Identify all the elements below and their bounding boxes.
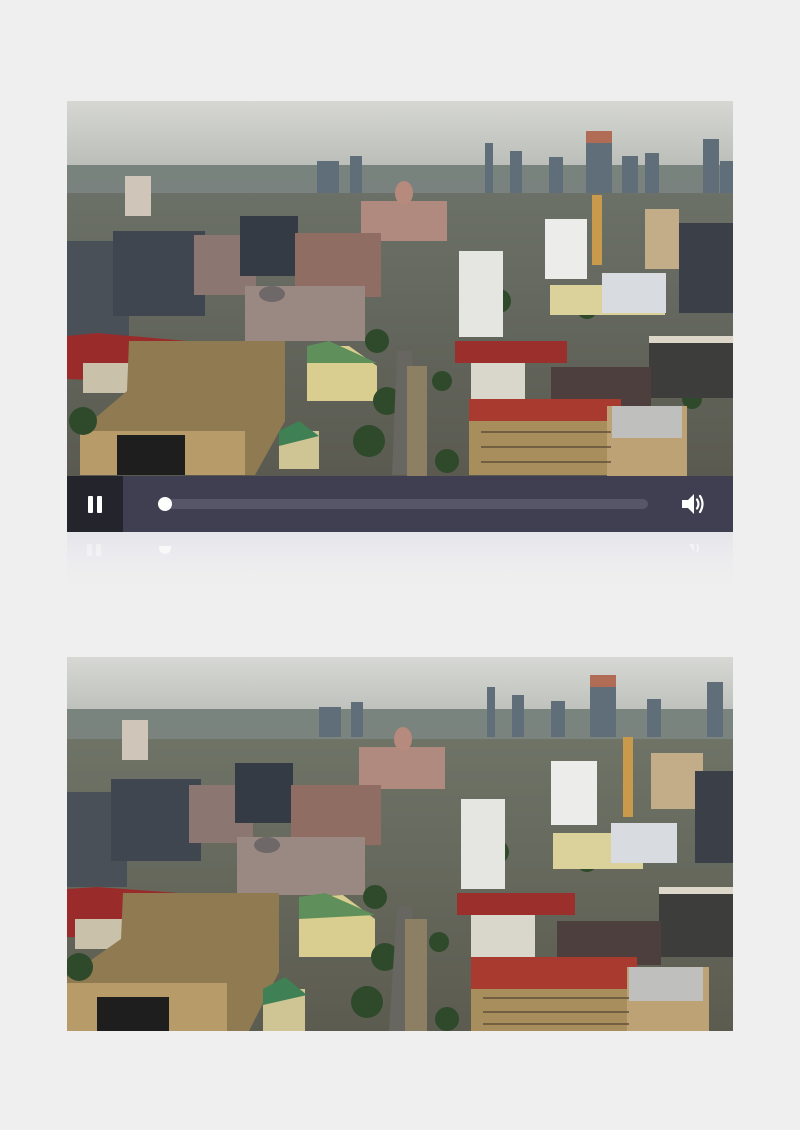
- progress-thumb[interactable]: [158, 497, 172, 511]
- aerial-city-view: [67, 657, 733, 1031]
- volume-icon: [682, 494, 704, 514]
- pause-icon: [88, 495, 102, 513]
- video-preview-frame: [67, 657, 733, 1031]
- volume-button[interactable]: [679, 490, 707, 518]
- progress-track[interactable]: [158, 497, 648, 511]
- thumb-reflection: [159, 546, 171, 554]
- volume-icon-reflection: [683, 544, 699, 553]
- video-controls: [67, 476, 733, 532]
- pause-icon-reflection: [87, 544, 101, 556]
- controls-reflection: [67, 532, 733, 588]
- pause-button[interactable]: [67, 476, 123, 532]
- video-frame[interactable]: [67, 101, 733, 476]
- aerial-city-view: [67, 101, 733, 476]
